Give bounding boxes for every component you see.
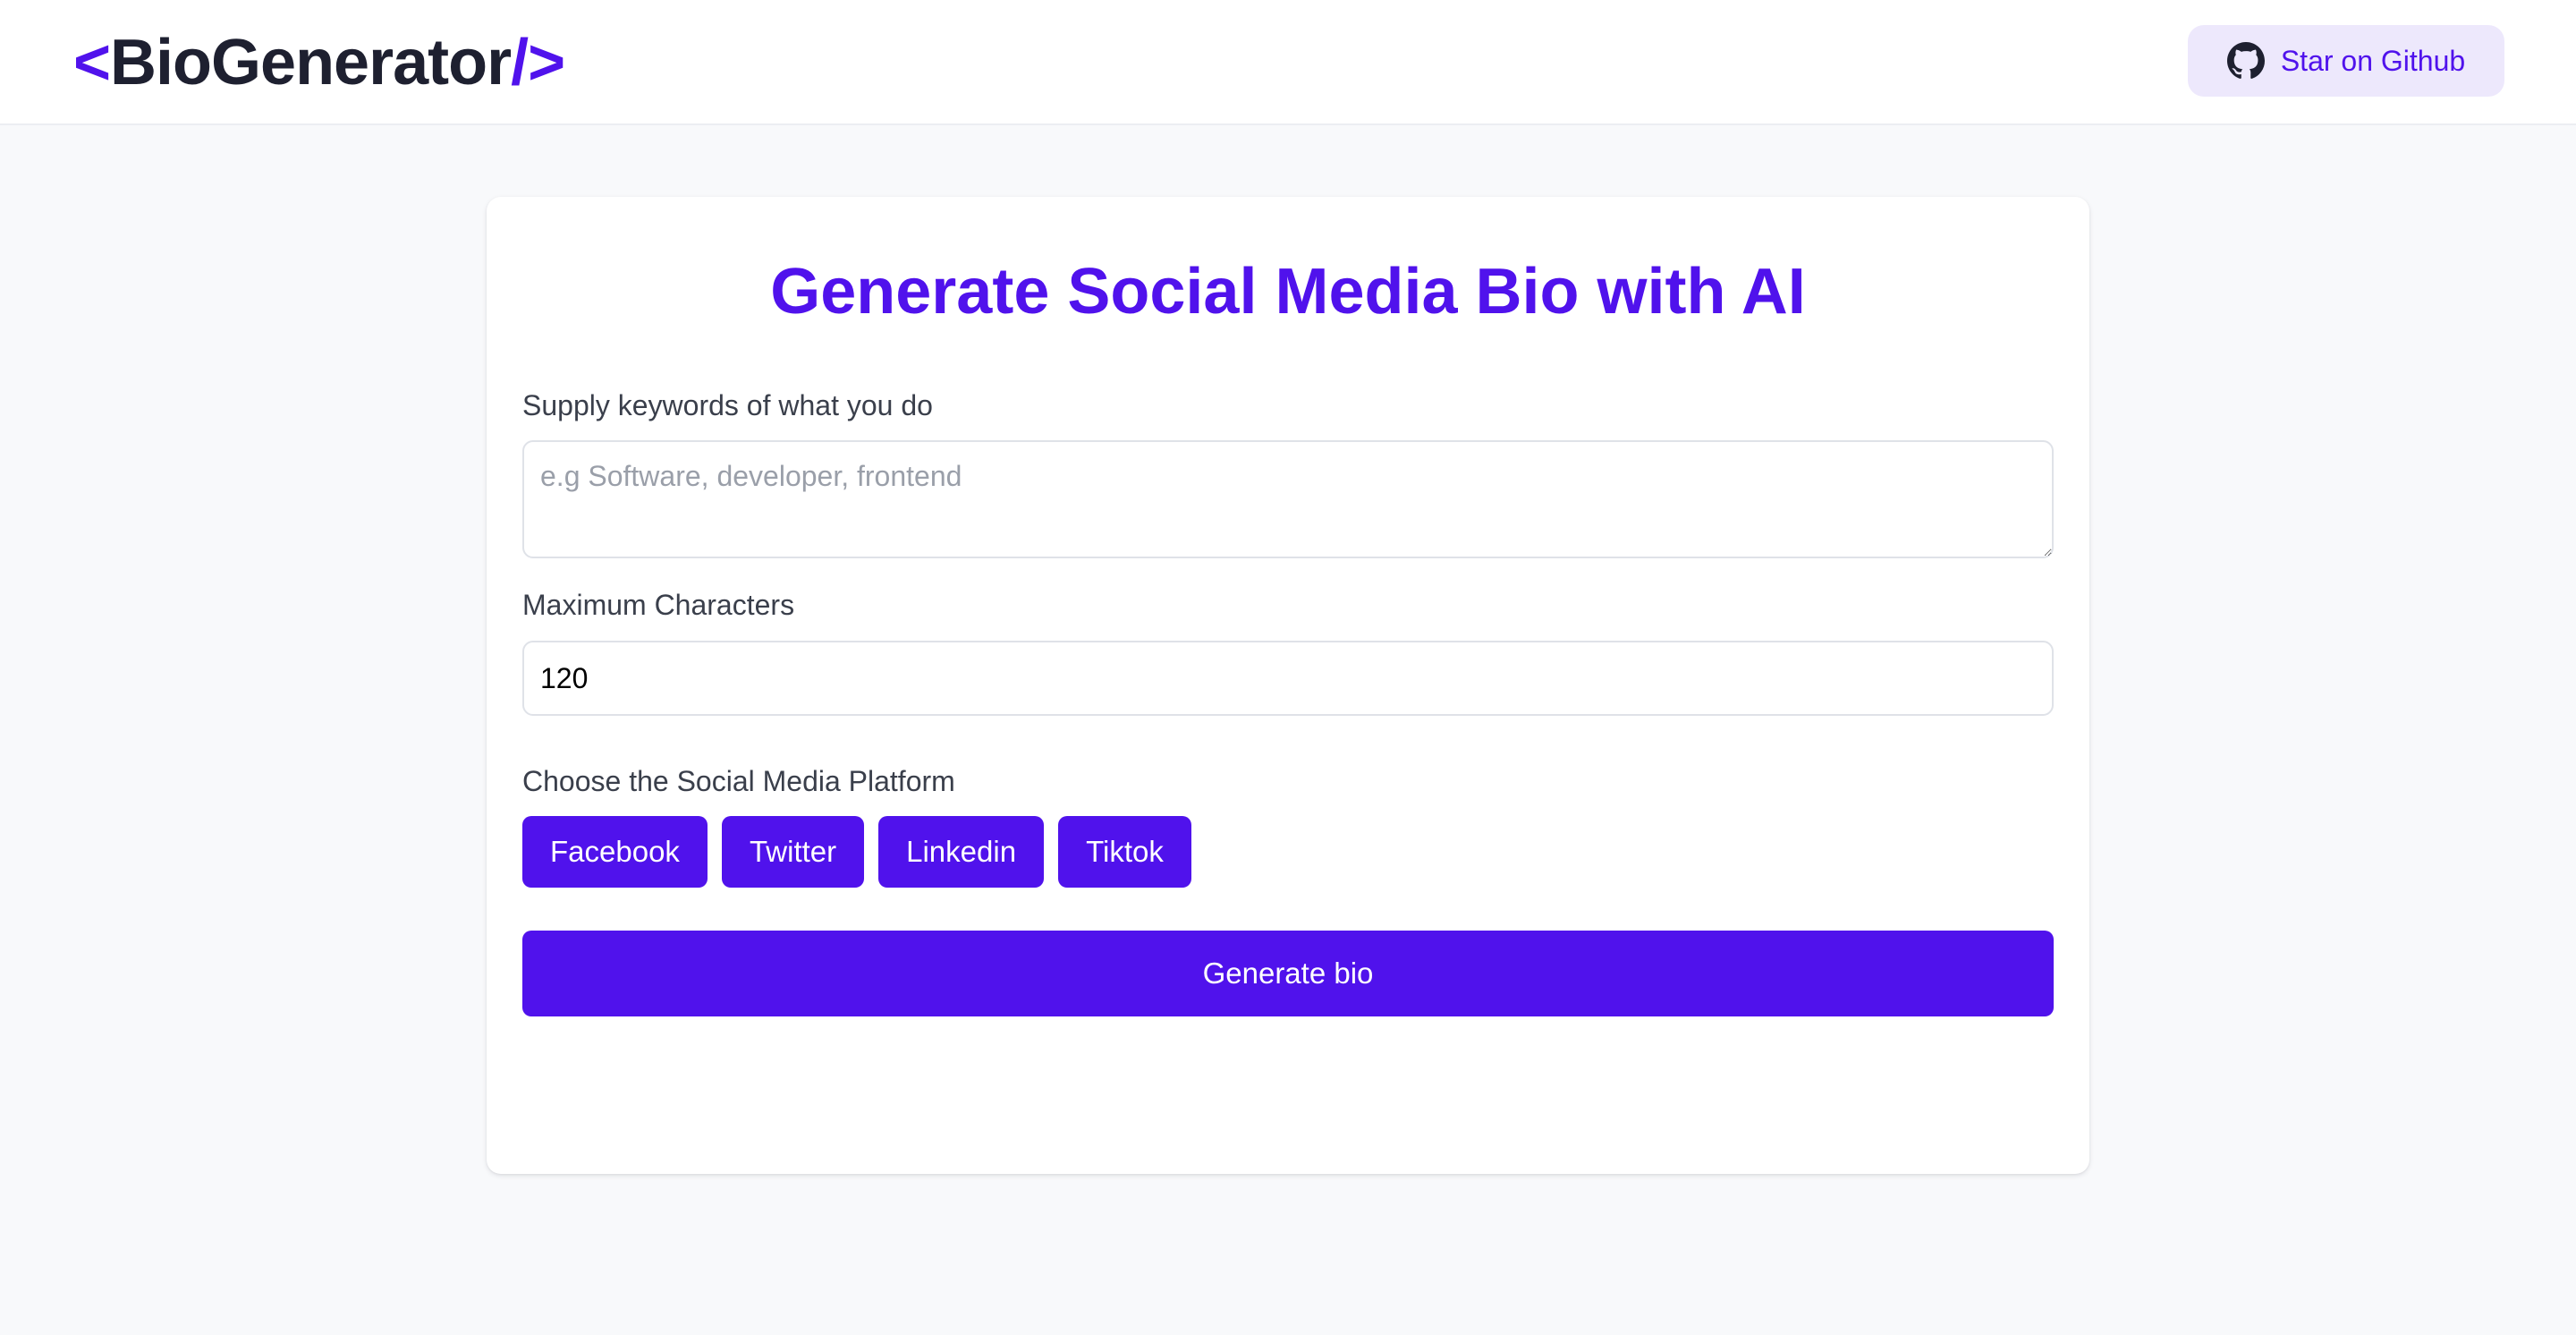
platform-twitter-button[interactable]: Twitter (721, 816, 865, 888)
page-title: Generate Social Media Bio with AI (770, 256, 1806, 327)
max-characters-input[interactable] (522, 641, 2054, 716)
platform-facebook-button[interactable]: Facebook (522, 816, 708, 888)
logo-suffix: /> (511, 27, 565, 98)
platform-linkedin-button[interactable]: Linkedin (878, 816, 1045, 888)
platform-label: Choose the Social Media Platform (522, 765, 955, 797)
max-characters-label: Maximum Characters (522, 589, 795, 621)
logo-prefix: < (73, 27, 111, 98)
platform-tiktok-button[interactable]: Tiktok (1058, 816, 1191, 888)
keywords-label: Supply keywords of what you do (522, 389, 933, 421)
github-icon (2226, 42, 2265, 79)
logo[interactable]: <BioGenerator/> (73, 25, 565, 100)
platform-options: Facebook Twitter Linkedin Tiktok (522, 816, 1191, 888)
star-on-github-label: Star on Github (2280, 44, 2466, 77)
bio-form-card: Generate Social Media Bio with AI Supply… (487, 197, 2089, 1174)
site-header: <BioGenerator/> Star on Github (0, 0, 2576, 125)
logo-name: BioGenerator (110, 27, 512, 98)
generate-bio-button[interactable]: Generate bio (522, 931, 2054, 1016)
keywords-input[interactable] (522, 440, 2054, 558)
star-on-github-button[interactable]: Star on Github (2188, 25, 2504, 97)
